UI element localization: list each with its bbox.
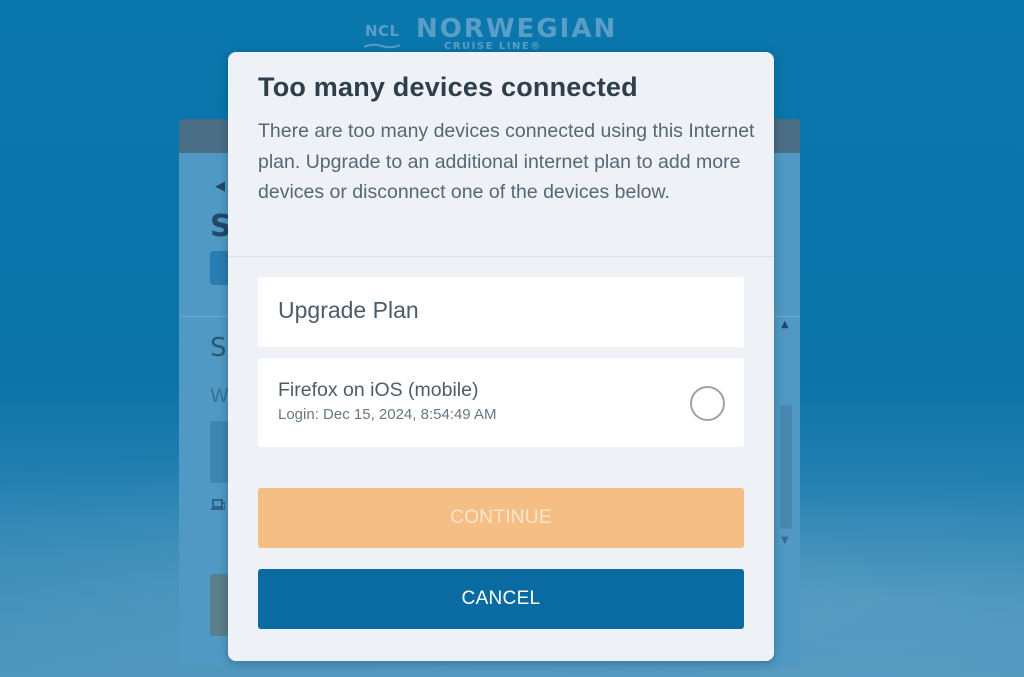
device-name: Firefox on iOS (mobile) [278,379,479,401]
modal-description: There are too many devices connected usi… [258,120,755,203]
upgrade-plan-option[interactable]: Upgrade Plan [258,277,744,347]
background-chip [210,251,230,285]
modal-divider [228,256,774,257]
laptop-icon [211,499,226,515]
upgrade-plan-label: Upgrade Plan [278,297,419,323]
devices-modal: Too many devices connected There are too… [228,52,774,661]
background-box [210,421,230,483]
background-scrollbar-thumb [780,405,792,529]
device-login-time: Login: Dec 15, 2024, 8:54:49 AM [278,406,497,423]
chevron-left-icon: ◀ [215,179,225,194]
caret-down-icon: ▼ [781,535,789,546]
caret-up-icon: ▲ [781,319,789,330]
logo-wave-icon [364,43,400,49]
modal-title: Too many devices connected [258,72,638,102]
background-section-title: S [210,333,227,363]
background-button [210,574,230,636]
cancel-button[interactable]: CANCEL [258,569,744,629]
device-select-radio[interactable] [690,386,725,421]
logo-ncl-text: NCL [365,22,400,40]
background-section-text: W [210,385,229,407]
logo-subtitle: CRUISE LINE® [444,41,542,52]
continue-button[interactable]: CONTINUE [258,488,744,548]
logo-name: NORWEGIAN [416,14,618,44]
device-row[interactable]: Firefox on iOS (mobile) Login: Dec 15, 2… [258,358,744,447]
